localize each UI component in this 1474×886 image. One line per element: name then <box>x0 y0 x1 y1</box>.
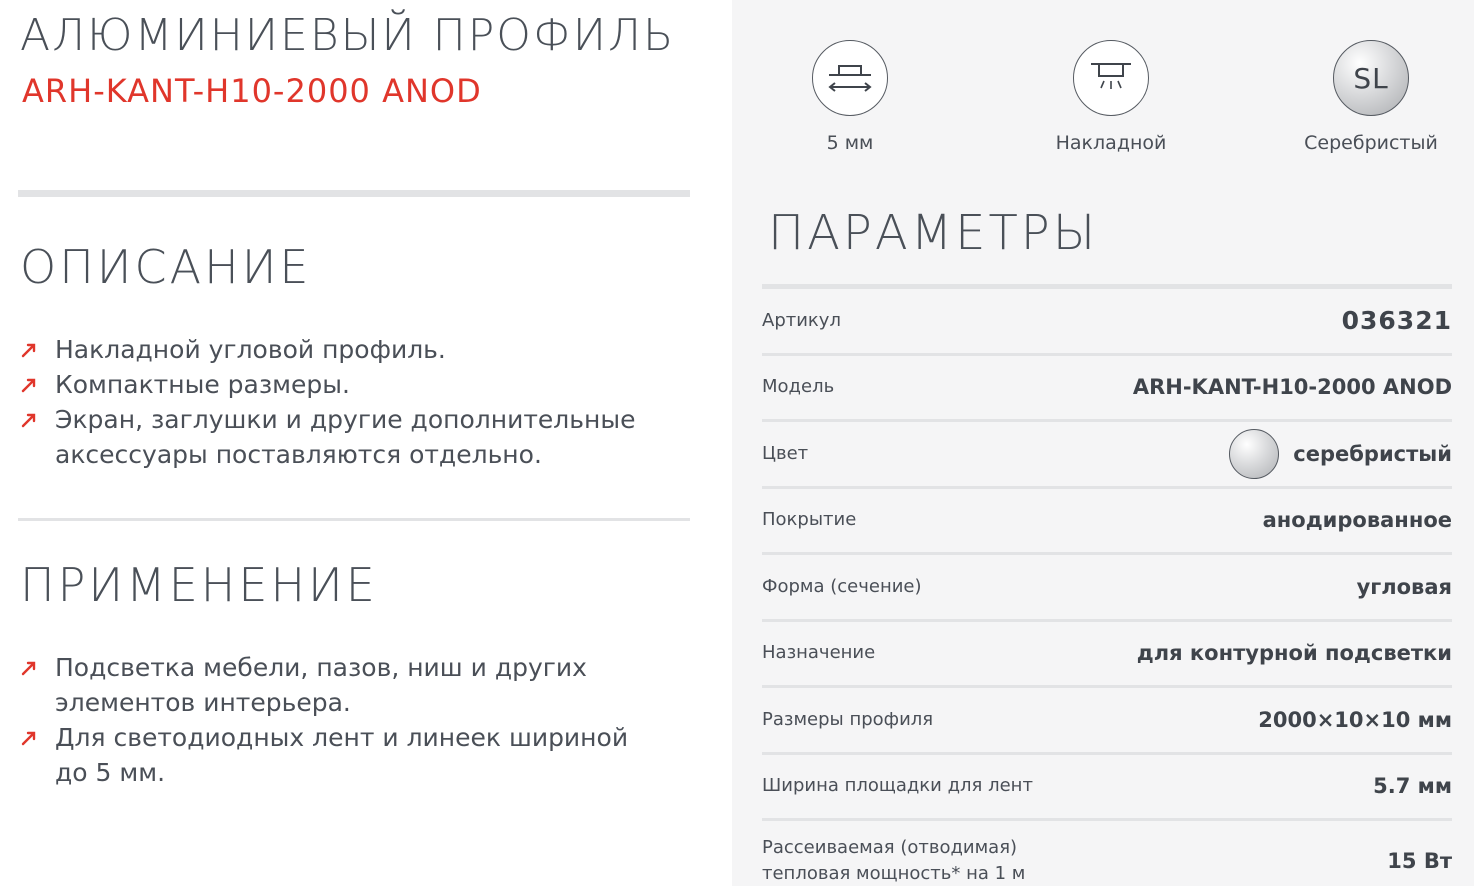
feature-width: 5 мм <box>760 40 940 154</box>
param-value-color: серебристый <box>1229 428 1452 479</box>
list-item-text: Подсветка мебели, пазов, ниш и других эл… <box>55 653 587 717</box>
param-value: 2000×10×10 мм <box>1258 707 1452 732</box>
table-row: Цвет серебристый <box>762 422 1452 489</box>
color-swatch-icon <box>1229 428 1280 479</box>
param-key: Ширина площадки для лент <box>762 775 1033 797</box>
feature-label: 5 мм <box>826 132 874 154</box>
description-heading: ОПИСАНИЕ <box>20 240 312 294</box>
param-key: Размеры профиля <box>762 708 934 730</box>
param-value: 036321 <box>1341 306 1452 336</box>
table-row: Форма (сечение) угловая <box>762 555 1452 622</box>
param-key: Цвет <box>762 442 809 464</box>
application-heading: ПРИМЕНЕНИЕ <box>20 558 378 612</box>
param-key: Рассеиваемая (отводимая) тепловая мощнос… <box>762 835 1025 886</box>
silver-color-icon: SL <box>1333 40 1409 116</box>
surface-mount-icon <box>1073 40 1149 116</box>
list-item-text: Экран, заглушки и другие дополнительные … <box>55 405 636 469</box>
description-list: Накладной угловой профиль. Компактные ра… <box>20 332 660 472</box>
width-icon <box>812 40 888 116</box>
param-key: Форма (сечение) <box>762 575 922 597</box>
list-item: Компактные размеры. <box>20 367 660 402</box>
param-key-line: тепловая мощность* на 1 м <box>762 863 1026 884</box>
feature-label: Накладной <box>1055 132 1167 154</box>
parameters-table: Артикул 036321 Модель ARH-KANT-H10-2000 … <box>762 289 1452 886</box>
arrow-bullet-icon <box>21 413 36 428</box>
table-row: Ширина площадки для лент 5.7 мм <box>762 755 1452 821</box>
feature-icons: 5 мм Накладной SL Серебристый <box>732 0 1474 180</box>
list-item: Накладной угловой профиль. <box>20 332 660 367</box>
param-key: Назначение <box>762 642 876 664</box>
list-item-text: Для светодиодных лент и линеек шириной д… <box>55 723 629 787</box>
application-list: Подсветка мебели, пазов, ниш и других эл… <box>20 650 660 790</box>
param-key: Артикул <box>762 309 841 331</box>
param-key-line: Рассеиваемая (отводимая) <box>762 837 1018 858</box>
param-key: Модель <box>762 376 835 398</box>
table-row: Артикул 036321 <box>762 289 1452 356</box>
list-item: Экран, заглушки и другие дополнительные … <box>20 402 660 472</box>
divider <box>18 190 690 197</box>
param-value: ARH-KANT-H10-2000 ANOD <box>1132 375 1452 400</box>
list-item-text: Накладной угловой профиль. <box>55 335 446 364</box>
feature-color: SL Серебристый <box>1281 40 1461 154</box>
param-value: 5.7 мм <box>1373 774 1452 799</box>
specs-panel: 5 мм Накладной SL Серебристый ПАРАМЕТРЫ … <box>732 0 1474 886</box>
list-item: Подсветка мебели, пазов, ниш и других эл… <box>20 650 660 720</box>
product-model: ARH-KANT-H10-2000 ANOD <box>22 72 482 110</box>
table-row: Рассеиваемая (отводимая) тепловая мощнос… <box>762 821 1452 886</box>
feature-mount: Накладной <box>1021 40 1201 154</box>
arrow-bullet-icon <box>21 661 36 676</box>
param-value: угловая <box>1356 574 1452 599</box>
param-value: серебристый <box>1293 441 1452 466</box>
product-info-column: АЛЮМИНИЕВЫЙ ПРОФИЛЬ ARH-KANT-H10-2000 AN… <box>0 0 732 886</box>
param-key: Покрытие <box>762 509 857 531</box>
arrow-bullet-icon <box>21 343 36 358</box>
arrow-bullet-icon <box>21 378 36 393</box>
table-row: Размеры профиля 2000×10×10 мм <box>762 688 1452 755</box>
arrow-bullet-icon <box>21 731 36 746</box>
parameters-heading: ПАРАМЕТРЫ <box>768 205 1099 261</box>
list-item-text: Компактные размеры. <box>55 370 350 399</box>
param-value: для контурной подсветки <box>1136 641 1452 666</box>
param-value: анодированное <box>1262 508 1452 533</box>
table-row: Назначение для контурной подсветки <box>762 622 1452 688</box>
table-row: Модель ARH-KANT-H10-2000 ANOD <box>762 356 1452 422</box>
page-title: АЛЮМИНИЕВЫЙ ПРОФИЛЬ <box>20 10 676 61</box>
param-value: 15 Вт <box>1387 849 1452 873</box>
feature-label: Серебристый <box>1304 132 1438 154</box>
list-item: Для светодиодных лент и линеек шириной д… <box>20 720 660 790</box>
table-row: Покрытие анодированное <box>762 489 1452 555</box>
divider <box>18 518 690 521</box>
